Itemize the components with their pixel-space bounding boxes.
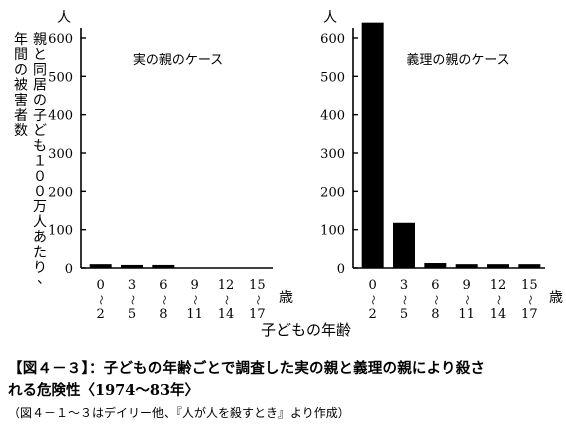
y-tick-label: 500 [320, 70, 345, 85]
y-tick-label: 400 [48, 109, 73, 124]
x-tick-label-tilde: ～ [220, 295, 231, 305]
x-tick-label-bottom: 5 [128, 307, 136, 322]
y-axis-title-char: も [33, 138, 47, 154]
x-tick-label-top: 12 [490, 278, 507, 293]
y-axis-title-char: と [33, 47, 47, 63]
y-tick-label: 0 [65, 262, 73, 277]
y-tick-label: 600 [320, 32, 345, 47]
panel-title: 義理の親のケース [406, 52, 509, 68]
x-tick-label-tilde: ～ [523, 295, 534, 305]
bar [424, 263, 447, 268]
x-tick-label-top: 9 [191, 278, 199, 293]
y-axis-title-char: 害 [14, 93, 28, 109]
bar [121, 264, 143, 268]
x-unit-label: 歳 [549, 290, 563, 306]
x-tick-label-bottom: 2 [97, 307, 105, 322]
bar [455, 264, 478, 268]
y-unit-label: 人 [57, 10, 71, 26]
x-tick-label-tilde: ～ [367, 295, 378, 305]
y-axis-title-char: 万 [33, 199, 47, 215]
y-axis-title-char: 同 [33, 62, 47, 78]
y-axis-title-char: 親 [33, 32, 47, 48]
y-tick-label: 600 [48, 32, 73, 47]
x-tick-label-top: 3 [400, 278, 408, 293]
y-axis-title-char: の [33, 93, 47, 109]
x-tick-label-top: 0 [369, 278, 377, 293]
x-tick-label-tilde: ～ [429, 295, 440, 305]
x-tick-label-bottom: 8 [159, 307, 167, 322]
y-axis-title-char: 子 [33, 108, 47, 124]
x-tick-label-tilde: ～ [95, 295, 106, 305]
y-tick-label: 500 [48, 70, 73, 85]
y-unit-label: 人 [323, 10, 337, 26]
y-tick-label: 0 [337, 262, 345, 277]
y-tick-label: 100 [320, 224, 345, 239]
x-tick-label-tilde: ～ [461, 295, 472, 305]
x-tick-label-bottom: 17 [521, 307, 538, 322]
x-tick-label-top: 15 [249, 278, 266, 293]
y-axis-title-char: １ [33, 154, 47, 170]
x-unit-label: 歳 [279, 290, 293, 306]
y-tick-label: 300 [320, 147, 345, 162]
x-tick-label-top: 3 [128, 278, 136, 293]
x-tick-label-tilde: ～ [126, 295, 137, 305]
y-axis-title-char: 者 [14, 108, 28, 124]
y-tick-label: 100 [48, 224, 73, 239]
y-axis-title-char: 間 [14, 47, 28, 63]
bar [152, 264, 175, 268]
x-tick-label-bottom: 14 [490, 307, 507, 322]
x-tick-label-bottom: 17 [249, 307, 266, 322]
bar [487, 264, 509, 268]
y-axis-title-char: 数 [14, 123, 28, 139]
x-tick-label-bottom: 11 [186, 307, 203, 322]
x-tick-label-top: 12 [218, 278, 235, 293]
x-tick-label-tilde: ～ [251, 295, 262, 305]
bar [393, 222, 415, 268]
bar [361, 22, 384, 268]
figure-caption-line-1: 【図４－３】：子どもの年齢ごとで調査した実の親と義理の親により殺さ [8, 360, 486, 377]
y-axis-title-char: 被 [14, 78, 28, 94]
y-tick-label: 200 [320, 185, 345, 200]
panel-title: 実の親のケース [133, 52, 223, 68]
y-tick-label: 300 [48, 147, 73, 162]
x-tick-label-top: 9 [463, 278, 471, 293]
y-axis-title-char: ０ [33, 169, 47, 185]
y-axis-title-char: 年 [14, 32, 28, 48]
y-axis-title-char: の [14, 62, 28, 78]
bar [518, 264, 541, 268]
y-axis-title-char: 、 [37, 271, 51, 287]
x-tick-label-top: 15 [521, 278, 538, 293]
figure-source-note: （図４－１～３はデイリー他、『人が人を殺すとき』より作成） [8, 406, 350, 420]
x-tick-label-bottom: 2 [369, 307, 377, 322]
y-axis-title-char: 居 [33, 78, 47, 94]
x-tick-label-top: 6 [431, 278, 439, 293]
y-axis-title-char: ０ [33, 184, 47, 200]
x-tick-label-tilde: ～ [189, 295, 200, 305]
y-axis-title-char: ど [33, 123, 47, 139]
x-tick-label-bottom: 8 [431, 307, 439, 322]
x-tick-label-bottom: 11 [458, 307, 475, 322]
x-axis-title: 子どもの年齢 [261, 321, 351, 339]
y-axis-title-char: あ [33, 230, 47, 246]
bar [89, 264, 112, 268]
x-tick-label-bottom: 5 [400, 307, 408, 322]
figure-caption-line-2: れる危険性〈1974～83年〉 [8, 382, 200, 399]
x-tick-label-top: 6 [159, 278, 167, 293]
y-axis-title-char: た [33, 245, 47, 261]
y-tick-label: 400 [320, 109, 345, 124]
x-tick-label-tilde: ～ [157, 295, 168, 305]
x-tick-label-tilde: ～ [492, 295, 503, 305]
x-tick-label-top: 0 [97, 278, 105, 293]
y-tick-label: 200 [48, 185, 73, 200]
x-tick-label-tilde: ～ [398, 295, 409, 305]
x-tick-label-bottom: 14 [218, 307, 235, 322]
y-axis-title-char: 人 [33, 214, 47, 230]
